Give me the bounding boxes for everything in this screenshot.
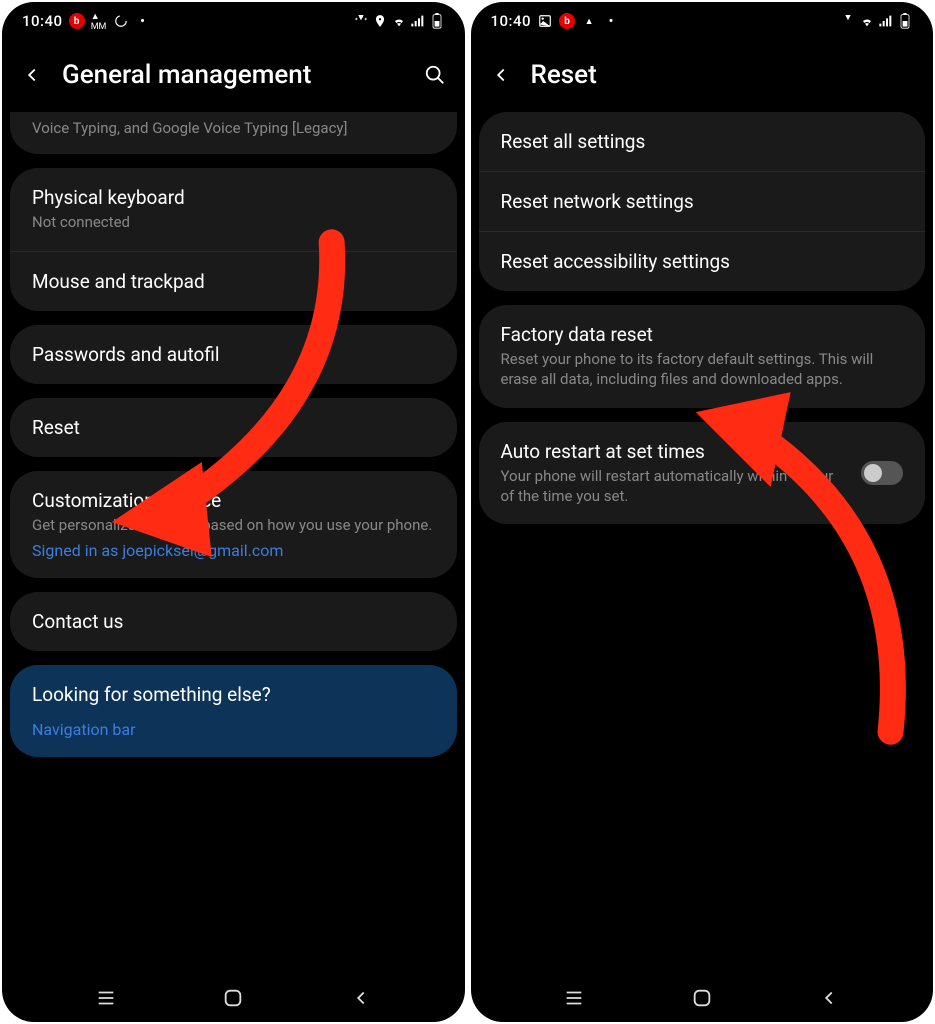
page-title: Reset: [531, 60, 918, 90]
reset-all-settings-row[interactable]: Reset all settings: [479, 112, 926, 171]
home-button[interactable]: [682, 978, 722, 1018]
android-nav-bar: [2, 974, 465, 1022]
settings-card: Factory data reset Reset your phone to i…: [479, 305, 926, 408]
mm-icon: ▲MM: [91, 13, 107, 29]
factory-data-reset-row[interactable]: Factory data reset Reset your phone to i…: [479, 305, 926, 408]
navigation-bar-link[interactable]: Navigation bar: [32, 720, 435, 739]
settings-card: Customization Service Get personalized c…: [10, 471, 457, 578]
auto-restart-row[interactable]: Auto restart at set times Your phone wil…: [479, 422, 926, 525]
row-title: Customization Service: [32, 489, 435, 512]
row-title: Reset all settings: [501, 130, 904, 153]
status-bar: 10:40 b ▲ •: [471, 2, 934, 40]
settings-card: Reset all settings Reset network setting…: [479, 112, 926, 291]
settings-card: Auto restart at set times Your phone wil…: [479, 422, 926, 525]
passwords-autofill-row[interactable]: Passwords and autofil: [10, 325, 457, 384]
recents-button[interactable]: [554, 978, 594, 1018]
settings-card: Contact us: [10, 592, 457, 651]
back-button[interactable]: [18, 61, 46, 89]
settings-card: Physical keyboard Not connected Mouse an…: [10, 168, 457, 310]
page-header: General management: [2, 40, 465, 112]
wifi-icon: [859, 13, 875, 29]
beats-icon: b: [69, 13, 85, 29]
row-title: Reset: [32, 416, 435, 439]
battery-icon: [429, 13, 445, 29]
row-title: Mouse and trackpad: [32, 270, 435, 293]
customization-service-row[interactable]: Customization Service Get personalized c…: [10, 471, 457, 578]
mouse-trackpad-row[interactable]: Mouse and trackpad: [10, 251, 457, 311]
mm-icon: ▲: [581, 13, 597, 29]
home-button[interactable]: [213, 978, 253, 1018]
row-title: Factory data reset: [501, 323, 904, 346]
settings-card: Voice Typing, and Google Voice Typing [L…: [10, 112, 457, 154]
scroll-content[interactable]: Voice Typing, and Google Voice Typing [L…: [2, 112, 465, 974]
reset-network-settings-row[interactable]: Reset network settings: [479, 171, 926, 231]
left-phone-screen: 10:40 b ▲MM • General management Voice T…: [2, 2, 465, 1022]
row-subtitle: Reset your phone to its factory default …: [501, 349, 904, 390]
reset-accessibility-settings-row[interactable]: Reset accessibility settings: [479, 231, 926, 291]
android-nav-bar: [471, 974, 934, 1022]
row-title: Contact us: [32, 610, 435, 633]
cutoff-subtitle: Voice Typing, and Google Voice Typing [L…: [10, 112, 457, 154]
status-time: 10:40: [491, 12, 532, 30]
looking-for-card: Looking for something else? Navigation b…: [10, 665, 457, 757]
page-header: Reset: [471, 40, 934, 112]
contact-us-row[interactable]: Contact us: [10, 592, 457, 651]
row-title: Auto restart at set times: [501, 440, 850, 463]
row-title: Passwords and autofil: [32, 343, 435, 366]
row-title: Physical keyboard: [32, 186, 435, 209]
signal-icon: [410, 13, 426, 29]
image-icon: [537, 13, 553, 29]
vibrate-icon: [840, 13, 856, 29]
page-title: General management: [62, 60, 405, 90]
vibrate-icon: [353, 13, 369, 29]
reset-row[interactable]: Reset: [10, 398, 457, 457]
auto-restart-toggle[interactable]: [861, 461, 903, 485]
back-nav-button[interactable]: [809, 978, 849, 1018]
signal-icon: [878, 13, 894, 29]
row-title: Reset accessibility settings: [501, 250, 904, 273]
settings-card: Passwords and autofil: [10, 325, 457, 384]
beats-icon: b: [559, 13, 575, 29]
wifi-icon: [391, 13, 407, 29]
signed-in-link: Signed in as joepicksel@gmail.com: [32, 541, 435, 560]
location-icon: [372, 13, 388, 29]
right-phone-screen: 10:40 b ▲ • Reset Reset all settings Res…: [471, 2, 934, 1022]
row-subtitle: Your phone will restart automatically wi…: [501, 466, 850, 507]
settings-card: Reset: [10, 398, 457, 457]
looking-for-row[interactable]: Looking for something else? Navigation b…: [10, 665, 457, 757]
back-button[interactable]: [487, 61, 515, 89]
status-bar: 10:40 b ▲MM •: [2, 2, 465, 40]
back-nav-button[interactable]: [341, 978, 381, 1018]
row-subtitle: Not connected: [32, 212, 435, 232]
recents-button[interactable]: [86, 978, 126, 1018]
dot-icon: •: [603, 13, 619, 29]
row-subtitle: Get personalized content based on how yo…: [32, 515, 435, 535]
row-title: Reset network settings: [501, 190, 904, 213]
battery-icon: [897, 13, 913, 29]
dot-icon: •: [135, 13, 151, 29]
loading-icon: [113, 13, 129, 29]
physical-keyboard-row[interactable]: Physical keyboard Not connected: [10, 168, 457, 250]
status-time: 10:40: [22, 12, 63, 30]
search-button[interactable]: [421, 61, 449, 89]
row-title: Looking for something else?: [32, 683, 435, 706]
scroll-content[interactable]: Reset all settings Reset network setting…: [471, 112, 934, 974]
